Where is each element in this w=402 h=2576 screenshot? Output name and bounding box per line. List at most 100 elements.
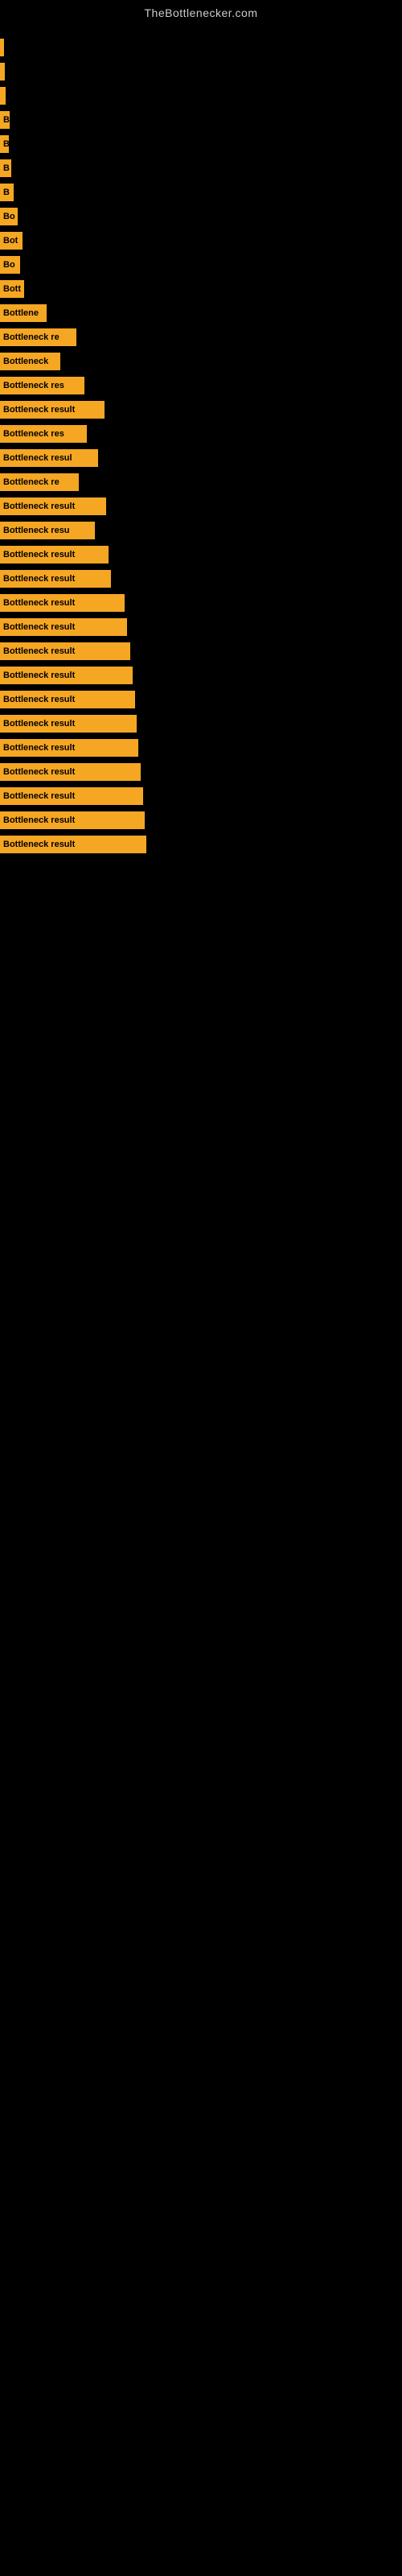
bar-24: Bottleneck result — [0, 618, 127, 636]
bar-5: B — [0, 159, 11, 177]
bar-row: B — [0, 184, 402, 201]
bar-label-11: Bottlene — [3, 308, 39, 318]
bar-label-13: Bottleneck — [3, 357, 48, 366]
bar-label-7: Bo — [3, 212, 15, 221]
bar-label-20: Bottleneck resu — [3, 526, 70, 535]
bar-label-29: Bottleneck result — [3, 743, 75, 753]
bar-15: Bottleneck result — [0, 401, 105, 419]
bar-label-19: Bottleneck result — [3, 502, 75, 511]
bar-row: Bottlene — [0, 304, 402, 322]
bar-30: Bottleneck result — [0, 763, 141, 781]
bar-row: B — [0, 135, 402, 153]
bar-row: Bottleneck res — [0, 425, 402, 443]
bar-row: Bo — [0, 256, 402, 274]
bar-31: Bottleneck result — [0, 787, 143, 805]
bar-row — [0, 39, 402, 56]
bar-19: Bottleneck result — [0, 497, 106, 515]
bar-22: Bottleneck result — [0, 570, 111, 588]
bar-row: Bottleneck — [0, 353, 402, 370]
bars-wrapper: B B B B Bo Bot Bo Bott Bottlene Bottleneck re Bott… — [0, 23, 402, 855]
bar-row: Bot — [0, 232, 402, 250]
bar-21: Bottleneck result — [0, 546, 109, 564]
bar-20: Bottleneck resu — [0, 522, 95, 539]
bar-label-15: Bottleneck result — [3, 405, 75, 415]
bar-29: Bottleneck result — [0, 739, 138, 757]
bar-row: Bottleneck result — [0, 811, 402, 829]
bar-label-25: Bottleneck result — [3, 646, 75, 656]
bar-label-26: Bottleneck result — [3, 671, 75, 680]
bar-label-27: Bottleneck result — [3, 695, 75, 704]
bar-row: Bottleneck result — [0, 570, 402, 588]
bar-row: Bottleneck result — [0, 691, 402, 708]
bar-row: Bottleneck result — [0, 401, 402, 419]
bar-row: Bottleneck result — [0, 787, 402, 805]
bar-33: Bottleneck result — [0, 836, 146, 853]
bar-row: Bottleneck result — [0, 642, 402, 660]
bar-row: B — [0, 159, 402, 177]
bar-row: Bo — [0, 208, 402, 225]
bar-3: B — [0, 111, 10, 129]
bar-label-31: Bottleneck result — [3, 791, 75, 801]
bar-2 — [0, 87, 6, 105]
bar-row: Bottleneck resu — [0, 522, 402, 539]
bar-label-21: Bottleneck result — [3, 550, 75, 559]
bar-4: B — [0, 135, 9, 153]
bar-row — [0, 87, 402, 105]
bar-row: Bottleneck result — [0, 546, 402, 564]
bar-16: Bottleneck res — [0, 425, 87, 443]
bar-row: Bottleneck result — [0, 836, 402, 853]
site-title: TheBottlenecker.com — [0, 0, 402, 23]
bar-label-17: Bottleneck resul — [3, 453, 72, 463]
bar-row: Bottleneck result — [0, 763, 402, 781]
bar-13: Bottleneck — [0, 353, 60, 370]
bar-label-28: Bottleneck result — [3, 719, 75, 729]
bar-28: Bottleneck result — [0, 715, 137, 733]
bar-label-10: Bott — [3, 284, 21, 294]
bar-1 — [0, 63, 5, 80]
bar-row: Bottleneck result — [0, 618, 402, 636]
bar-label-22: Bottleneck result — [3, 574, 75, 584]
bar-6: B — [0, 184, 14, 201]
bar-label-18: Bottleneck re — [3, 477, 59, 487]
bar-label-24: Bottleneck result — [3, 622, 75, 632]
bar-12: Bottleneck re — [0, 328, 76, 346]
bar-10: Bott — [0, 280, 24, 298]
bar-26: Bottleneck result — [0, 667, 133, 684]
bar-label-12: Bottleneck re — [3, 332, 59, 342]
bar-8: Bot — [0, 232, 23, 250]
bar-label-5: B — [3, 163, 10, 173]
bar-row: Bottleneck result — [0, 497, 402, 515]
bar-label-3: B — [3, 115, 10, 125]
bar-row: Bottleneck re — [0, 473, 402, 491]
bar-18: Bottleneck re — [0, 473, 79, 491]
bar-row: Bott — [0, 280, 402, 298]
bar-23: Bottleneck result — [0, 594, 125, 612]
bar-32: Bottleneck result — [0, 811, 145, 829]
bar-7: Bo — [0, 208, 18, 225]
bar-label-30: Bottleneck result — [3, 767, 75, 777]
bar-row: Bottleneck resul — [0, 449, 402, 467]
bar-row: Bottleneck result — [0, 667, 402, 684]
bar-row: Bottleneck re — [0, 328, 402, 346]
bar-row: Bottleneck result — [0, 715, 402, 733]
bar-25: Bottleneck result — [0, 642, 130, 660]
bar-17: Bottleneck resul — [0, 449, 98, 467]
bar-label-16: Bottleneck res — [3, 429, 64, 439]
bar-row: Bottleneck result — [0, 739, 402, 757]
bar-label-32: Bottleneck result — [3, 815, 75, 825]
bar-label-9: Bo — [3, 260, 15, 270]
bar-label-14: Bottleneck res — [3, 381, 64, 390]
bar-row: B — [0, 111, 402, 129]
bar-27: Bottleneck result — [0, 691, 135, 708]
bar-label-33: Bottleneck result — [3, 840, 75, 849]
bar-11: Bottlene — [0, 304, 47, 322]
bar-0 — [0, 39, 4, 56]
bar-label-6: B — [3, 188, 10, 197]
bar-label-4: B — [3, 139, 9, 149]
bar-label-23: Bottleneck result — [3, 598, 75, 608]
bar-row: Bottleneck result — [0, 594, 402, 612]
bar-row: Bottleneck res — [0, 377, 402, 394]
bar-9: Bo — [0, 256, 20, 274]
bar-label-8: Bot — [3, 236, 18, 246]
bar-row — [0, 63, 402, 80]
